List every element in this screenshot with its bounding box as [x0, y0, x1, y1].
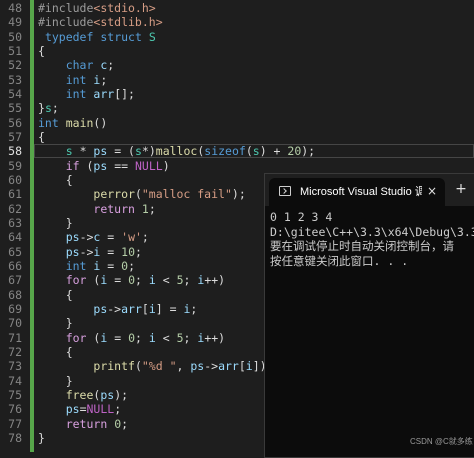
- code-text: {: [38, 43, 45, 58]
- code-text: for (i = 0; i < 5; i++): [65, 273, 226, 288]
- line-number: 57: [8, 129, 22, 144]
- code-text: }: [38, 215, 73, 230]
- code-line[interactable]: 57 {: [0, 130, 474, 144]
- line-number: 67: [8, 273, 22, 288]
- line-number: 52: [8, 58, 22, 73]
- code-text: }s;: [38, 101, 59, 116]
- code-text: {: [38, 129, 45, 144]
- code-text: int i;: [65, 72, 108, 87]
- line-number: 78: [8, 430, 22, 445]
- code-text: s * ps = (s*)malloc(sizeof(s) + 20);: [65, 144, 316, 159]
- line-number: 74: [8, 373, 22, 388]
- code-text: {: [38, 172, 73, 187]
- code-text: typedef struct S: [44, 29, 156, 44]
- line-number: 75: [8, 387, 22, 402]
- code-text: free(ps);: [65, 387, 129, 402]
- console-output-line: 要在调试停止时自动关闭控制台，请: [270, 239, 454, 253]
- code-line[interactable]: 58 s * ps = (s*)malloc(sizeof(s) + 20);: [0, 144, 474, 158]
- code-line[interactable]: 52 char c;: [0, 58, 474, 72]
- line-number: 49: [8, 15, 22, 30]
- code-text: ps=NULL;: [65, 402, 122, 417]
- code-line[interactable]: 48 #include<stdio.h>: [0, 1, 474, 15]
- code-line[interactable]: 56 int main(): [0, 116, 474, 130]
- code-text: int arr[];: [65, 86, 135, 101]
- code-text: #include<stdlib.h>: [38, 15, 163, 30]
- console-output-line: 按任意键关闭此窗口. . .: [270, 253, 409, 268]
- line-number: 72: [8, 344, 22, 359]
- code-line[interactable]: 51 {: [0, 44, 474, 58]
- line-number: 60: [8, 172, 22, 187]
- code-text: ps->i = 10;: [65, 244, 142, 259]
- code-text: if (ps == NULL): [65, 158, 170, 173]
- code-text: int main(): [38, 115, 108, 130]
- console-output-line: D:\gitee\C++\3.3\x64\Debug\3.3: [270, 224, 474, 239]
- code-line[interactable]: 55 }s;: [0, 101, 474, 115]
- code-text: {: [38, 344, 73, 359]
- code-text: printf("%d ", ps->arr[i]);: [93, 359, 273, 374]
- line-number: 53: [8, 72, 22, 87]
- code-text: for (i = 0; i < 5; i++): [65, 330, 226, 345]
- line-number: 59: [8, 158, 22, 173]
- code-line[interactable]: 53 int i;: [0, 73, 474, 87]
- code-text: ps->c = 'w';: [65, 230, 149, 245]
- line-number: 64: [8, 230, 22, 245]
- line-number: 63: [8, 215, 22, 230]
- code-line[interactable]: 50 typedef struct S: [0, 30, 474, 44]
- code-text: return 0;: [65, 416, 129, 431]
- line-number: 73: [8, 359, 22, 374]
- code-line[interactable]: 54 int arr[];: [0, 87, 474, 101]
- code-text: }: [38, 316, 73, 331]
- line-number: 62: [8, 201, 22, 216]
- line-number: 61: [8, 187, 22, 202]
- code-text: int i = 0;: [65, 258, 136, 273]
- console-tab-title: Microsoft Visual Studio 调试控: [300, 186, 422, 198]
- line-number: 54: [8, 86, 22, 101]
- line-number: 55: [8, 101, 22, 116]
- console-output: 0 1 2 3 4 D:\gitee\C++\3.3\x64\Debug\3.3…: [270, 210, 474, 268]
- terminal-icon: [279, 186, 291, 196]
- line-number: 71: [8, 330, 22, 345]
- line-number: 65: [8, 244, 22, 259]
- line-number: 66: [8, 258, 22, 273]
- line-number: 48: [8, 1, 22, 15]
- code-text: perror("malloc fail");: [93, 187, 246, 202]
- watermark: CSDN @C就多练: [410, 437, 473, 446]
- code-text: return 1;: [93, 201, 156, 216]
- line-number: 56: [8, 115, 22, 130]
- console-output-line: 0 1 2 3 4: [270, 210, 333, 224]
- line-number: 50: [8, 29, 22, 44]
- code-line[interactable]: 49 #include<stdlib.h>: [0, 15, 474, 29]
- line-number: 76: [8, 402, 22, 417]
- code-text: #include<stdio.h>: [38, 1, 156, 15]
- line-number: 68: [8, 287, 22, 302]
- code-text: ps->arr[i] = i;: [93, 301, 198, 316]
- line-number: 77: [8, 416, 22, 431]
- console-tab[interactable]: Microsoft Visual Studio 调试控 ×: [269, 178, 445, 206]
- code-text: }: [38, 430, 45, 445]
- debug-console-window[interactable]: Microsoft Visual Studio 调试控 × + 0 1 2 3 …: [264, 173, 474, 458]
- line-number: 58: [8, 144, 22, 159]
- code-line[interactable]: 59 if (ps == NULL): [0, 159, 474, 173]
- line-number: 51: [8, 43, 22, 58]
- code-text: char c;: [65, 58, 115, 73]
- line-number: 70: [8, 316, 22, 331]
- console-titlebar: Microsoft Visual Studio 调试控 × +: [265, 174, 474, 206]
- line-number: 69: [8, 301, 22, 316]
- close-tab-button[interactable]: ×: [424, 183, 440, 199]
- code-text: }: [38, 373, 73, 388]
- code-text: {: [38, 287, 73, 302]
- new-tab-button[interactable]: +: [453, 180, 469, 198]
